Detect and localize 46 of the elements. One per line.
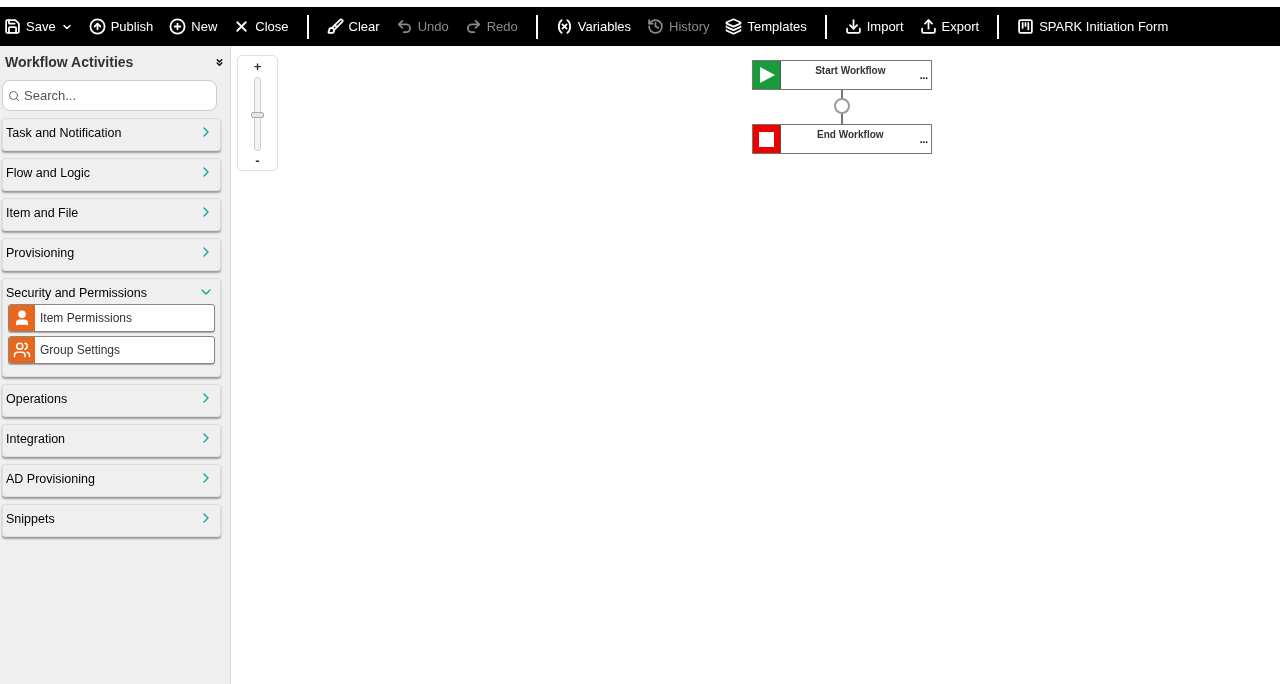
category-header[interactable]: Security and Permissions	[3, 279, 220, 304]
connector-drawing	[834, 90, 850, 124]
undo-icon	[395, 18, 413, 35]
toolbar-button[interactable]: Import	[844, 16, 904, 37]
category-header[interactable]: Provisioning	[3, 239, 220, 270]
toolbar-button[interactable]: Close	[233, 16, 289, 37]
x-variable-icon	[555, 18, 573, 35]
category-header[interactable]: Task and Notification	[3, 119, 220, 150]
zoom-slider[interactable]	[254, 77, 261, 151]
search-icon	[8, 90, 20, 102]
category-header[interactable]: Snippets	[3, 505, 220, 536]
upload-circle-icon	[88, 18, 106, 35]
toolbar-button[interactable]: Publish	[88, 16, 154, 37]
plus-circle-icon	[169, 18, 187, 35]
search-field[interactable]: Search...	[2, 80, 217, 111]
workflow-node[interactable]: Start Workflow ...	[752, 60, 932, 90]
save-icon	[4, 18, 21, 35]
node-menu-button[interactable]: ...	[919, 67, 928, 83]
category-header[interactable]: Integration	[3, 425, 220, 456]
toolbar-button[interactable]: Export	[919, 16, 980, 37]
download-icon	[844, 18, 862, 35]
toolbar-button[interactable]: New	[169, 16, 218, 37]
activity-item[interactable]: Group Settings	[8, 336, 215, 364]
toolbar-button[interactable]: Variables	[555, 16, 631, 37]
redo-icon	[464, 18, 482, 35]
play-icon	[753, 61, 781, 89]
sidebar-title: Workflow Activities	[5, 53, 134, 72]
category-header[interactable]: Operations	[3, 385, 220, 416]
workflow-node[interactable]: End Workflow ...	[752, 124, 932, 154]
zoom-out-button[interactable]: -	[255, 154, 260, 167]
toolbar-button[interactable]: Clear	[326, 16, 380, 37]
history-icon	[647, 18, 664, 35]
toolbar-button[interactable]: Templates	[725, 16, 807, 37]
activity-item[interactable]: Item Permissions	[8, 304, 215, 332]
stop-icon	[753, 125, 781, 153]
category-header[interactable]: AD Provisioning	[3, 465, 220, 496]
category-header[interactable]: Flow and Logic	[3, 159, 220, 190]
category-header[interactable]: Item and File	[3, 199, 220, 230]
toolbar-button[interactable]: SPARK Initiation Form	[1017, 16, 1169, 37]
layers-icon	[725, 18, 743, 35]
upload-icon	[919, 18, 937, 35]
zoom-in-button[interactable]: +	[253, 60, 262, 73]
slider-thumb[interactable]	[251, 112, 264, 118]
collapse-icon[interactable]	[214, 57, 225, 68]
toolbar-button[interactable]: Save	[4, 16, 73, 37]
node-menu-button[interactable]: ...	[919, 131, 928, 147]
